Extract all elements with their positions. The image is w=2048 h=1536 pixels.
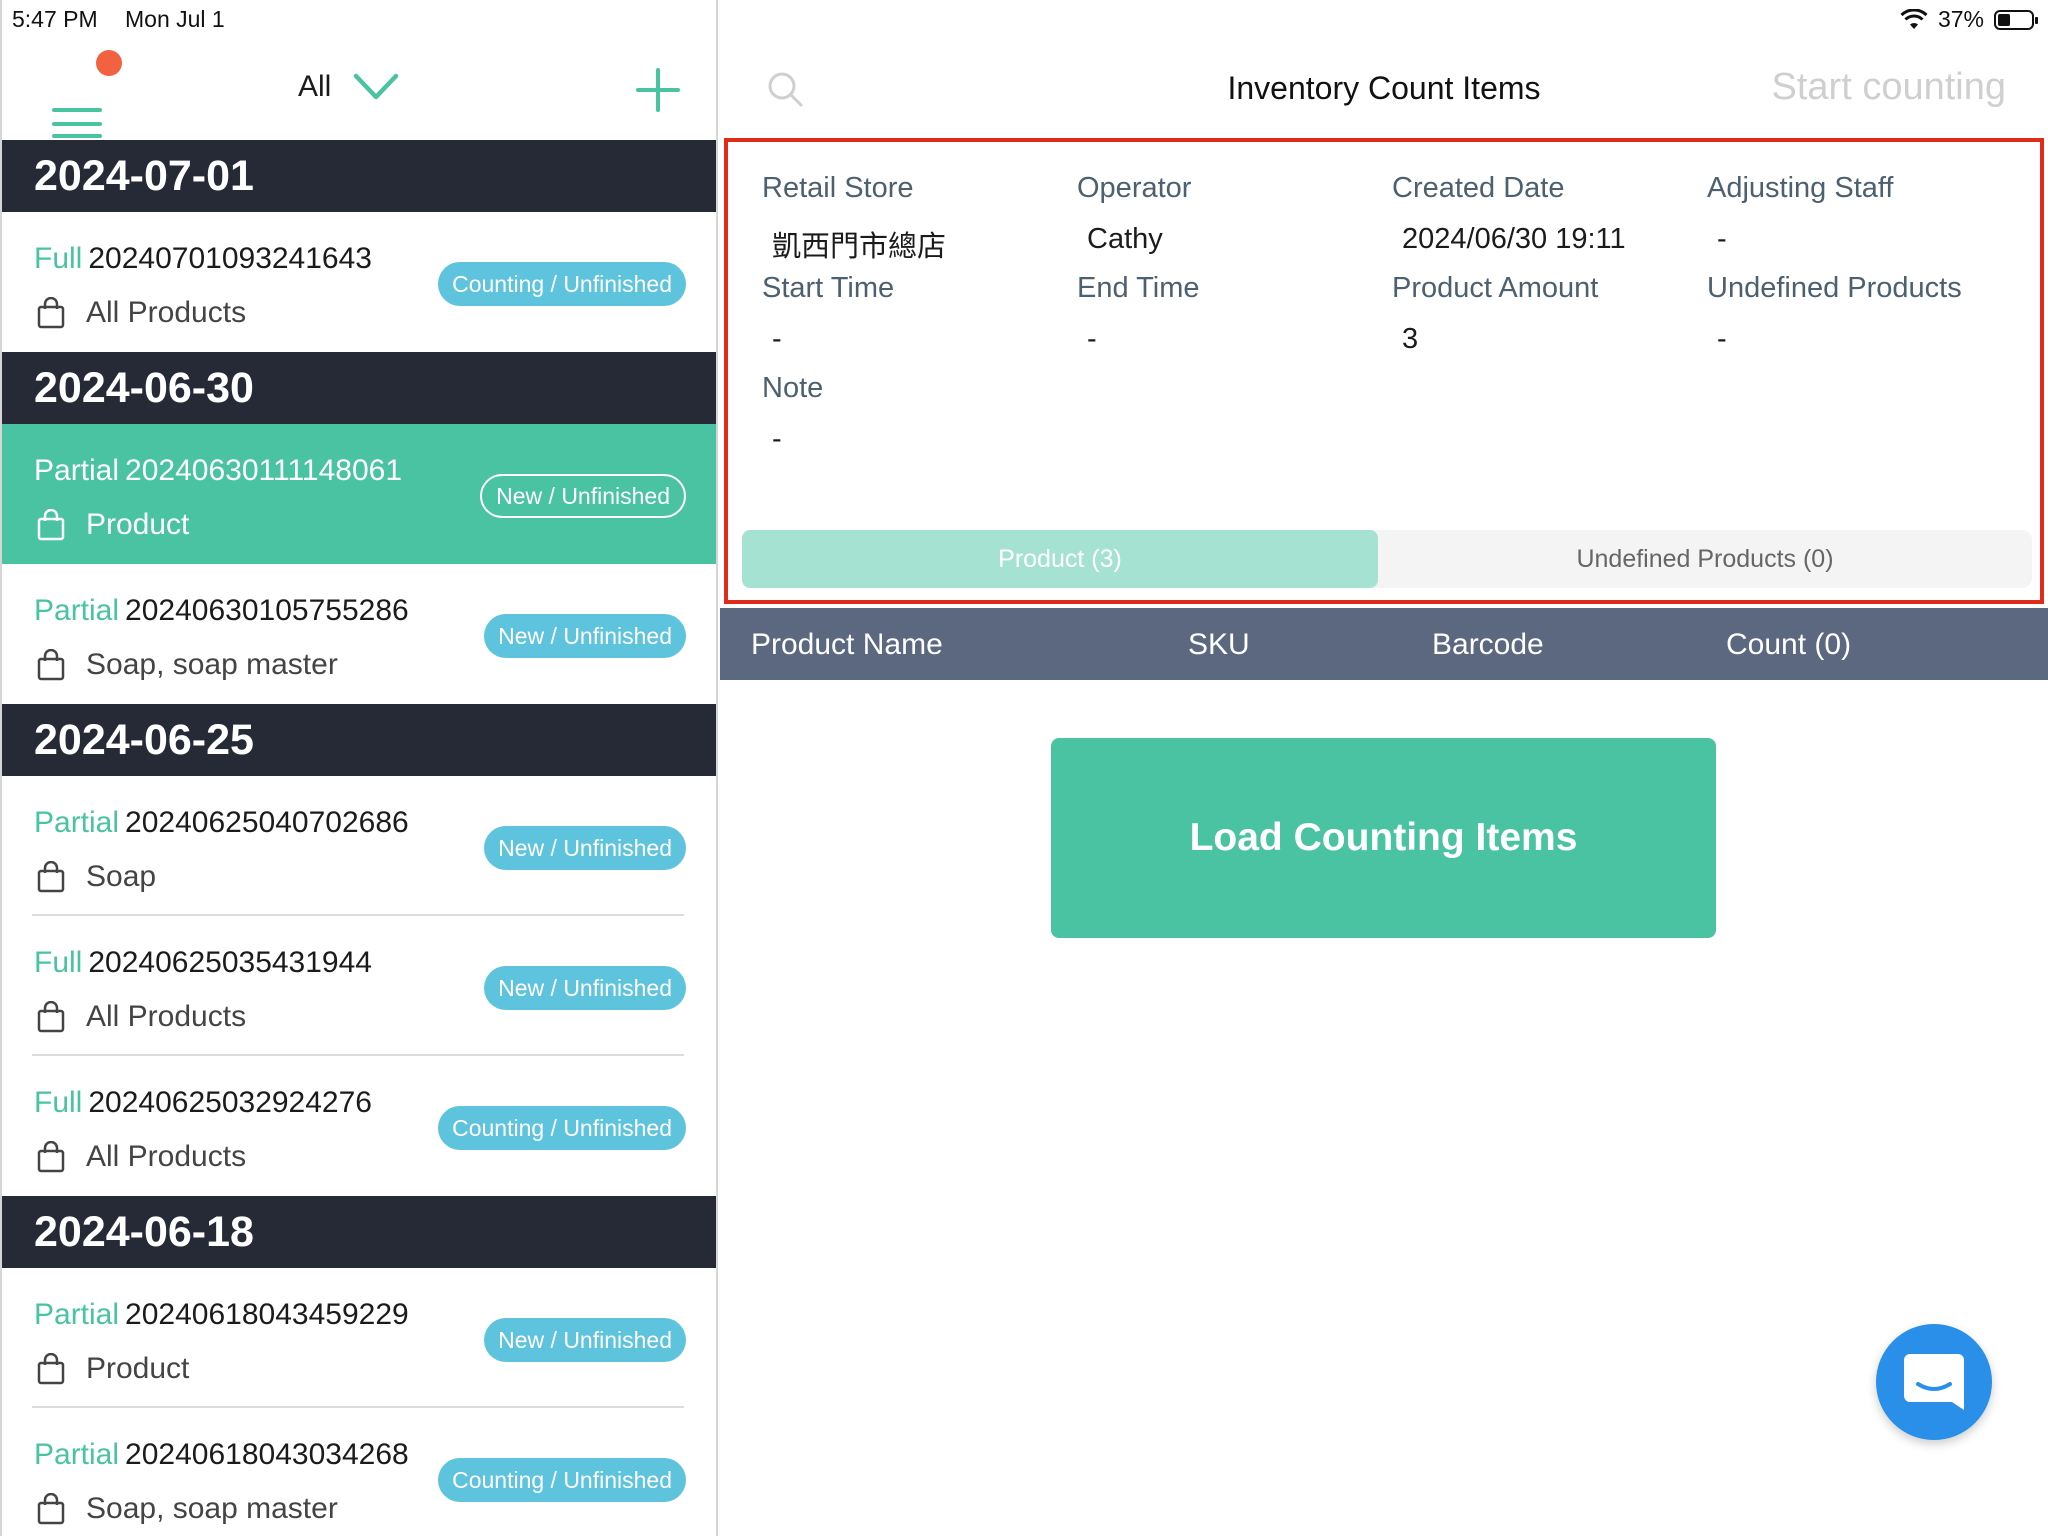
count-scope: All Products bbox=[86, 1140, 247, 1173]
count-code: 20240701093241643 bbox=[88, 242, 372, 275]
adjusting-staff-label: Adjusting Staff bbox=[1707, 172, 1894, 204]
shopping-bag-icon bbox=[37, 509, 65, 541]
column-product-name: Product Name bbox=[751, 628, 943, 661]
count-type: Full bbox=[34, 946, 83, 979]
start-time-value: - bbox=[772, 323, 782, 355]
count-code: 20240630105755286 bbox=[125, 594, 409, 627]
chat-icon bbox=[1904, 1354, 1964, 1410]
count-type: Partial bbox=[34, 806, 120, 839]
list-item-selected[interactable]: Partial 20240630111148061 Product New / U… bbox=[2, 424, 716, 564]
count-scope: Soap, soap master bbox=[86, 648, 338, 681]
shopping-bag-icon bbox=[37, 861, 65, 893]
count-code: 20240625040702686 bbox=[125, 806, 409, 839]
end-time-label: End Time bbox=[1077, 272, 1200, 304]
count-scope: Product bbox=[86, 1352, 190, 1385]
plus-icon[interactable] bbox=[634, 66, 682, 114]
shopping-bag-icon bbox=[37, 1141, 65, 1173]
count-info-panel: Retail Store 凱西門市總店 Operator Cathy Creat… bbox=[724, 138, 2044, 604]
shopping-bag-icon bbox=[37, 1001, 65, 1033]
shopping-bag-icon bbox=[37, 297, 65, 329]
filter-label: All bbox=[298, 70, 332, 103]
date-header: 2024-06-25 bbox=[2, 704, 716, 776]
count-list: 2024-07-01 Full 20240701093241643 All Pro… bbox=[2, 140, 716, 1536]
created-date-label: Created Date bbox=[1392, 172, 1565, 204]
note-value: - bbox=[772, 423, 782, 455]
product-amount-label: Product Amount bbox=[1392, 272, 1599, 304]
end-time-value: - bbox=[1087, 323, 1097, 355]
count-type: Partial bbox=[34, 594, 120, 627]
column-sku: SKU bbox=[1188, 628, 1250, 661]
status-badge: Counting / Unfinished bbox=[438, 1458, 686, 1502]
status-badge: Counting / Unfinished bbox=[438, 262, 686, 306]
status-badge: New / Unfinished bbox=[484, 1318, 686, 1362]
adjusting-staff-value: - bbox=[1717, 223, 1727, 255]
count-code: 20240618043034268 bbox=[125, 1438, 409, 1471]
tab-undefined-products[interactable]: Undefined Products (0) bbox=[1378, 530, 2032, 588]
undefined-products-label: Undefined Products bbox=[1707, 272, 1962, 304]
count-type: Partial bbox=[34, 1298, 120, 1331]
list-header: All bbox=[2, 40, 716, 140]
info-grid: Retail Store 凱西門市總店 Operator Cathy Creat… bbox=[762, 172, 2022, 472]
count-list-pane: All 2024-07-01 Full 20240701093241643 All… bbox=[0, 0, 718, 1536]
shopping-bag-icon bbox=[37, 1353, 65, 1385]
tab-product[interactable]: Product (3) bbox=[742, 530, 1378, 588]
battery-percent: 37% bbox=[1937, 6, 1984, 32]
created-date-value: 2024/06/30 19:11 bbox=[1402, 223, 1626, 255]
count-code: 20240630111148061 bbox=[125, 454, 403, 487]
wifi-icon bbox=[1900, 8, 1928, 29]
list-item[interactable]: Partial 20240618043459229 Product New / U… bbox=[2, 1268, 716, 1408]
filter-dropdown[interactable]: All bbox=[298, 70, 399, 104]
count-code: 20240625032924276 bbox=[88, 1086, 372, 1119]
menu-icon[interactable] bbox=[52, 72, 104, 138]
detail-header: Inventory Count Items Start counting bbox=[720, 40, 2048, 140]
battery-icon bbox=[1994, 9, 2038, 30]
status-badge: New / Unfinished bbox=[484, 826, 686, 870]
load-counting-items-button[interactable]: Load Counting Items bbox=[1051, 738, 1716, 938]
chevron-down-icon bbox=[354, 73, 399, 100]
status-badge: Counting / Unfinished bbox=[438, 1106, 686, 1150]
chat-button[interactable] bbox=[1876, 1324, 1992, 1440]
product-amount-value: 3 bbox=[1402, 323, 1419, 355]
items-table-header: Product Name SKU Barcode Count (0) bbox=[720, 608, 2048, 680]
date-header: 2024-06-30 bbox=[2, 352, 716, 424]
list-item[interactable]: Partial 20240625040702686 Soap New / Unfi… bbox=[2, 776, 716, 916]
notification-dot bbox=[96, 50, 122, 76]
shopping-bag-icon bbox=[37, 1493, 65, 1525]
operator-value: Cathy bbox=[1087, 223, 1163, 255]
count-scope: All Products bbox=[86, 296, 247, 329]
count-scope: Product bbox=[86, 508, 190, 541]
status-badge: New / Unfinished bbox=[484, 966, 686, 1010]
operator-label: Operator bbox=[1077, 172, 1192, 204]
segment-tabs: Product (3) Undefined Products (0) bbox=[742, 530, 2032, 588]
list-item[interactable]: Full 20240701093241643 All Products Count… bbox=[2, 212, 716, 352]
count-type: Full bbox=[34, 242, 83, 275]
count-scope: All Products bbox=[86, 1000, 247, 1033]
shopping-bag-icon bbox=[37, 649, 65, 681]
list-item[interactable]: Full 20240625035431944 All Products New /… bbox=[2, 916, 716, 1056]
retail-store-value: 凱西門市總店 bbox=[772, 231, 947, 263]
status-badge: New / Unfinished bbox=[484, 614, 686, 658]
count-code: 20240618043459229 bbox=[125, 1298, 409, 1331]
start-time-label: Start Time bbox=[762, 272, 895, 304]
count-code: 20240625035431944 bbox=[88, 946, 372, 979]
status-badge: New / Unfinished bbox=[480, 474, 686, 518]
count-scope: Soap, soap master bbox=[86, 1492, 338, 1525]
count-type: Partial bbox=[34, 1438, 120, 1471]
list-item[interactable]: Partial 20240618043034268 Soap, soap mast… bbox=[2, 1408, 716, 1536]
date-header: 2024-06-18 bbox=[2, 1196, 716, 1268]
count-type: Partial bbox=[34, 454, 120, 487]
column-barcode: Barcode bbox=[1432, 628, 1544, 661]
list-item[interactable]: Partial 20240630105755286 Soap, soap mast… bbox=[2, 564, 716, 704]
date-header: 2024-07-01 bbox=[2, 140, 716, 212]
start-counting-button[interactable]: Start counting bbox=[1772, 66, 2006, 109]
count-scope: Soap bbox=[86, 860, 157, 893]
retail-store-label: Retail Store bbox=[762, 172, 914, 204]
note-label: Note bbox=[762, 372, 824, 404]
count-type: Full bbox=[34, 1086, 83, 1119]
list-item[interactable]: Full 20240625032924276 All Products Count… bbox=[2, 1056, 716, 1196]
undefined-products-value: - bbox=[1717, 323, 1727, 355]
status-indicators: 37% bbox=[1900, 6, 2038, 33]
column-count: Count (0) bbox=[1726, 628, 1852, 661]
